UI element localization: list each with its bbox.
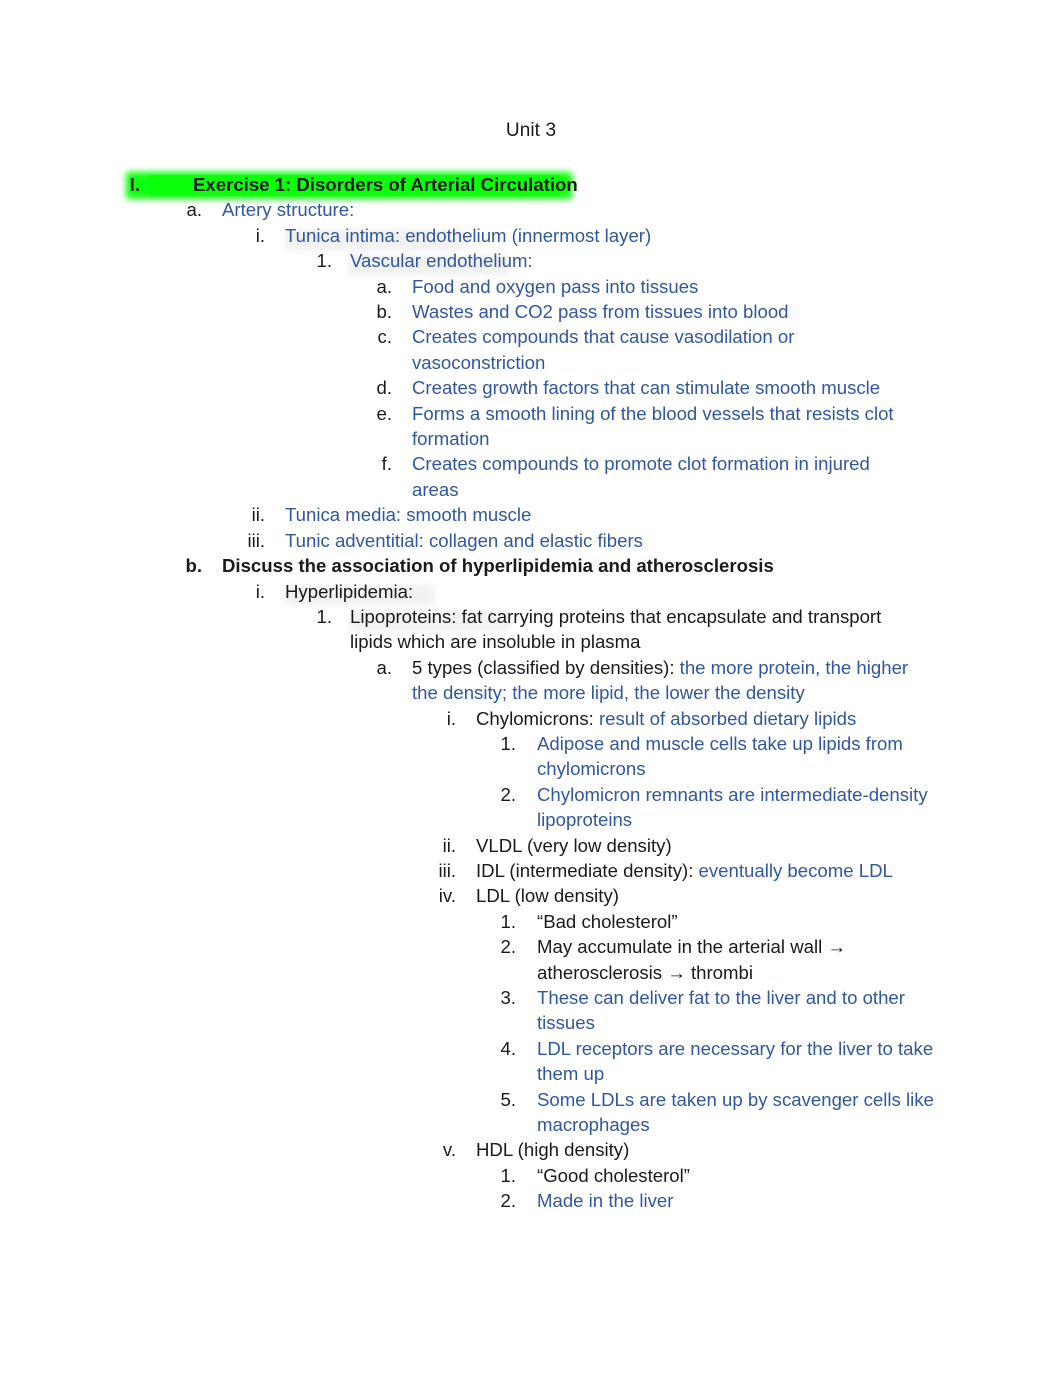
outline-text: Exercise 1: Disorders of Arterial Circul…	[193, 174, 578, 195]
outline-marker: 4.	[500, 1037, 516, 1059]
outline-text: Tunica intima: endothelium (innermost la…	[285, 224, 652, 246]
outline-text: IDL (intermediate density): eventually b…	[476, 858, 924, 883]
document-page: Unit 3 I. Exercise 1: Disorders of Arteri…	[0, 0, 1062, 1377]
outline-marker: i.	[446, 707, 456, 729]
outline-text: Discuss the association of hyperlipidemi…	[222, 555, 774, 577]
outline-item-i-chylomicrons: i. Chylomicrons: result of absorbed dieta…	[0, 706, 924, 731]
outline-item-c-vasodilation: c. Creates compounds that cause vasodilat…	[0, 324, 912, 375]
outline-marker: i.	[255, 580, 265, 602]
outline-marker: v.	[442, 1139, 456, 1161]
outline-text: Forms a smooth lining of the blood vesse…	[412, 402, 894, 450]
outline-marker: iii.	[247, 529, 265, 551]
outline-marker: 2.	[500, 783, 516, 805]
outline-text: Chylomicron remnants are intermediate-de…	[537, 783, 928, 831]
outline-text: “Good cholesterol”	[537, 1164, 690, 1186]
outline-marker: 1.	[316, 605, 332, 627]
outline-text: Some LDLs are taken up by scavenger cell…	[537, 1088, 934, 1136]
outline-marker: 3.	[500, 987, 516, 1008]
outline-item-f-promote-clot: f. Creates compounds to promote clot form…	[0, 451, 912, 502]
outline-item-2-may-accumulate: 2. May accumulate in the arterial wall → …	[0, 934, 941, 985]
outline-marker: ii.	[442, 834, 456, 856]
outline-item-e-smooth-lining: e. Forms a smooth lining of the blood ves…	[0, 401, 912, 452]
outline-item-b-discuss-association: b. Discuss the association of hyperlipide…	[0, 553, 962, 578]
outline-marker: iii.	[438, 859, 456, 881]
outline-text-blue: result of absorbed dietary lipids	[598, 707, 857, 729]
outline-text: HDL (high density)	[476, 1139, 630, 1161]
outline-marker: a.	[376, 656, 392, 678]
outline-text: Adipose and muscle cells take up lipids …	[537, 732, 903, 780]
outline-item-3-deliver-fat: 3. These can deliver fat to the liver and…	[0, 985, 941, 1036]
outline-marker: f.	[381, 453, 392, 475]
outline-item-1-bad-cholesterol: 1. “Bad cholesterol”	[0, 909, 941, 934]
outline-item-v-hdl: v. HDL (high density)	[0, 1137, 924, 1162]
outline-marker: I.	[129, 174, 140, 195]
outline-item-iii-tunic-adventitial: iii. Tunic adventitial: collagen and elas…	[0, 528, 865, 553]
outline-marker: 1.	[316, 250, 332, 272]
outline-marker: b.	[185, 555, 202, 577]
outline-text: 5 types (classified by densities): the m…	[412, 655, 912, 706]
outline-item-a-food-oxygen: a. Food and oxygen pass into tissues	[0, 274, 912, 299]
outline-item-a-artery-structure: a. Artery structure:	[0, 197, 962, 222]
outline-marker: a.	[186, 199, 202, 221]
outline-text: Artery structure:	[222, 199, 355, 221]
outline-text: May accumulate in the arterial wall → at…	[537, 936, 846, 983]
outline-item-1-lipoproteins: 1. Lipoproteins: fat carrying proteins th…	[0, 604, 890, 655]
outline-item-i-exercise-1: I. Exercise 1: Disorders of Arterial Circ…	[0, 172, 953, 197]
outline-text: LDL receptors are necessary for the live…	[537, 1037, 934, 1085]
outline-marker: 1.	[500, 910, 516, 932]
outline-item-1-vascular-endothelium: 1. Vascular endothelium:	[0, 248, 890, 273]
outline-text-blue: eventually become LDL	[698, 859, 893, 881]
outline-marker: iv.	[438, 885, 456, 907]
outline-text: Hyperlipidemia:	[285, 580, 414, 602]
outline-item-iv-ldl: iv. LDL (low density)	[0, 883, 924, 908]
outline-marker: e.	[376, 402, 392, 424]
outline-text: Creates compounds that cause vasodilatio…	[412, 326, 795, 373]
outline-text-black: IDL (intermediate density):	[476, 859, 699, 881]
outline-item-2-made-in-liver: 2. Made in the liver	[0, 1188, 941, 1213]
outline-marker: 5.	[500, 1088, 516, 1110]
outline-item-d-growth-factors: d. Creates growth factors that can stimul…	[0, 375, 912, 400]
outline-marker: 1.	[500, 1164, 516, 1186]
outline-marker: a.	[376, 275, 392, 297]
outline-marker: ii.	[251, 504, 265, 526]
outline-text: Tunic adventitial: collagen and elastic …	[285, 529, 643, 551]
outline-item-1-adipose-muscle: 1. Adipose and muscle cells take up lipid…	[0, 731, 941, 782]
outline-text: Made in the liver	[537, 1190, 674, 1212]
outline-text: These can deliver fat to the liver and t…	[537, 987, 905, 1034]
outline-text: LDL (low density)	[476, 885, 619, 907]
outline-item-a-5-types: a. 5 types (classified by densities): the…	[0, 655, 912, 706]
outline-marker: 1.	[500, 732, 516, 754]
outline-item-iii-idl: iii. IDL (intermediate density): eventual…	[0, 858, 924, 883]
outline-text: Creates compounds to promote clot format…	[412, 453, 870, 500]
outline-text: “Bad cholesterol”	[537, 910, 678, 932]
outline-marker: i.	[255, 224, 265, 246]
outline-text: Lipoproteins: fat carrying proteins that…	[350, 605, 882, 653]
outline-item-i-hyperlipidemia: i. Hyperlipidemia:	[0, 579, 865, 604]
outline-marker: b.	[376, 301, 392, 323]
outline-marker: 2.	[500, 1190, 516, 1212]
outline-item-ii-tunica-media: ii. Tunica media: smooth muscle	[0, 502, 865, 527]
outline-item-2-chylomicron-remnants: 2. Chylomicron remnants are intermediate-…	[0, 782, 941, 833]
page-title: Unit 3	[505, 120, 557, 141]
outline-text: Wastes and CO2 pass from tissues into bl…	[412, 301, 789, 323]
outline-item-1-good-cholesterol: 1. “Good cholesterol”	[0, 1163, 941, 1188]
outline-text: Vascular endothelium:	[350, 250, 533, 272]
outline-text: Chylomicrons: result of absorbed dietary…	[476, 706, 924, 731]
outline-marker: c.	[377, 326, 392, 348]
outline-text-black: Chylomicrons:	[476, 707, 599, 729]
outline-text: VLDL (very low density)	[476, 834, 672, 856]
outline-item-i-tunica-intima: i. Tunica intima: endothelium (innermost …	[0, 223, 865, 248]
outline-marker: 2.	[500, 936, 516, 958]
outline-item-4-ldl-receptors: 4. LDL receptors are necessary for the li…	[0, 1036, 941, 1087]
outline-item-b-wastes-co2: b. Wastes and CO2 pass from tissues into …	[0, 299, 912, 324]
outline-marker: d.	[376, 377, 392, 399]
outline-item-5-scavenger-cells: 5. Some LDLs are taken up by scavenger ce…	[0, 1087, 941, 1138]
outline-text: Food and oxygen pass into tissues	[412, 275, 699, 297]
outline-item-ii-vldl: ii. VLDL (very low density)	[0, 833, 924, 858]
outline-text-black: 5 types (classified by densities):	[412, 656, 680, 678]
outline-list: I. Exercise 1: Disorders of Arterial Circ…	[0, 172, 1062, 1214]
outline-text: Creates growth factors that can stimulat…	[412, 377, 881, 399]
outline-text: Tunica media: smooth muscle	[285, 504, 532, 526]
